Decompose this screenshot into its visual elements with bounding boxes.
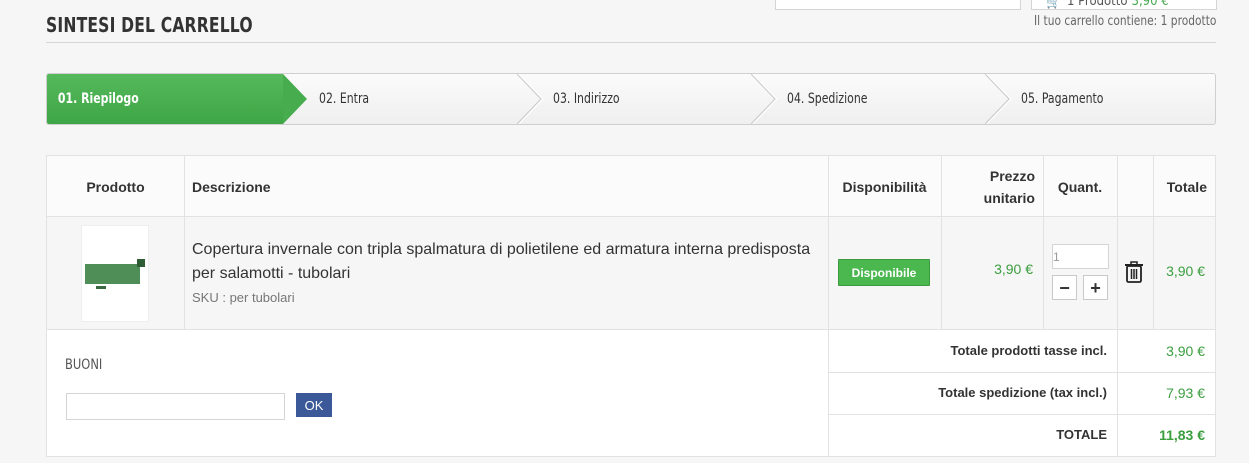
row-total: 3,90 € (1166, 263, 1205, 279)
total-products-value: 3,90 € (1166, 343, 1205, 359)
step-shipping[interactable]: 04. Spedizione (787, 74, 987, 124)
step-login[interactable]: 02. Entra (319, 74, 519, 124)
summary-divider (828, 414, 1216, 415)
table-header: Prodotto Descrizione Disponibilità Prezz… (47, 156, 1215, 217)
product-thumbnail[interactable] (81, 225, 149, 322)
step-separator (517, 74, 544, 124)
product-description-link[interactable]: Copertura invernale con tripla spalmatur… (192, 238, 812, 286)
checkout-steps: 01. Riepilogo 02. Entra 03. Indirizzo 04… (46, 73, 1216, 125)
cart-amount: 3,90 € (1131, 0, 1169, 9)
cart-info: Il tuo carrello contiene: 1 prodotto (1033, 14, 1216, 29)
column-divider (184, 156, 185, 330)
total-shipping-label: Totale spedizione (tax incl.) (938, 385, 1107, 400)
product-sku: SKU : per tubolari (192, 290, 295, 305)
header-unit-price-line2: unitario (983, 189, 1035, 206)
trash-icon[interactable] (1124, 261, 1144, 283)
column-divider (1043, 156, 1044, 330)
header-description: Descrizione (192, 178, 271, 195)
step-label: 03. Indirizzo (553, 91, 620, 107)
grand-total-label: TOTALE (1056, 427, 1107, 442)
step-label: 01. Riepilogo (57, 91, 139, 107)
thumbnail-mark (137, 259, 145, 267)
step-label: 05. Pagamento (1021, 91, 1104, 107)
header-availability: Disponibilità (842, 178, 927, 195)
unit-price: 3,90 € (994, 261, 1033, 277)
quantity-decrease-button[interactable]: − (1052, 275, 1077, 300)
total-shipping-value: 7,93 € (1166, 385, 1205, 401)
step-summary[interactable]: 01. Riepilogo (47, 74, 283, 124)
step-arrow (283, 74, 307, 124)
availability-badge: Disponibile (838, 259, 930, 286)
cart-footer: BUONI OK Totale prodotti tasse incl. 3,9… (47, 331, 1216, 456)
voucher-ok-button[interactable]: OK (296, 393, 332, 417)
thumbnail-banner (85, 264, 140, 284)
header-search-box[interactable] (775, 0, 1021, 10)
column-divider (1153, 156, 1154, 330)
header-unit-price-line1: Prezzo (989, 167, 1035, 184)
voucher-code-input[interactable] (66, 393, 285, 420)
header-unit-price: Prezzo unitario (941, 156, 1043, 217)
table-row: Copertura invernale con tripla spalmatur… (47, 217, 1215, 330)
header-product: Prodotto (86, 178, 145, 195)
vouchers-label: BUONI (65, 357, 103, 373)
header-total: Totale (1166, 178, 1207, 195)
summary-divider (828, 372, 1216, 373)
step-separator (985, 74, 1012, 124)
title-divider (46, 42, 1216, 43)
total-products-label: Totale prodotti tasse incl. (950, 343, 1107, 358)
step-separator (751, 74, 778, 124)
header-quantity: Quant. (1057, 178, 1103, 195)
column-divider (941, 156, 942, 330)
cart-icon: 🛒 (1046, 0, 1061, 9)
quantity-input[interactable] (1052, 244, 1109, 269)
step-label: 04. Spedizione (787, 91, 868, 107)
thumbnail-detail (96, 286, 106, 289)
cart-count: 1 Prodotto (1066, 0, 1128, 9)
step-payment[interactable]: 05. Pagamento (1021, 74, 1211, 124)
header-cart-button[interactable]: 🛒 1 Prodotto 3,90 € (1031, 0, 1217, 10)
cart-table: Prodotto Descrizione Disponibilità Prezz… (46, 155, 1216, 457)
quantity-increase-button[interactable]: + (1083, 275, 1108, 300)
step-address[interactable]: 03. Indirizzo (553, 74, 753, 124)
step-label: 02. Entra (319, 91, 370, 107)
grand-total-value: 11,83 € (1159, 427, 1205, 443)
page-title: SINTESI DEL CARRELLO (46, 13, 253, 37)
